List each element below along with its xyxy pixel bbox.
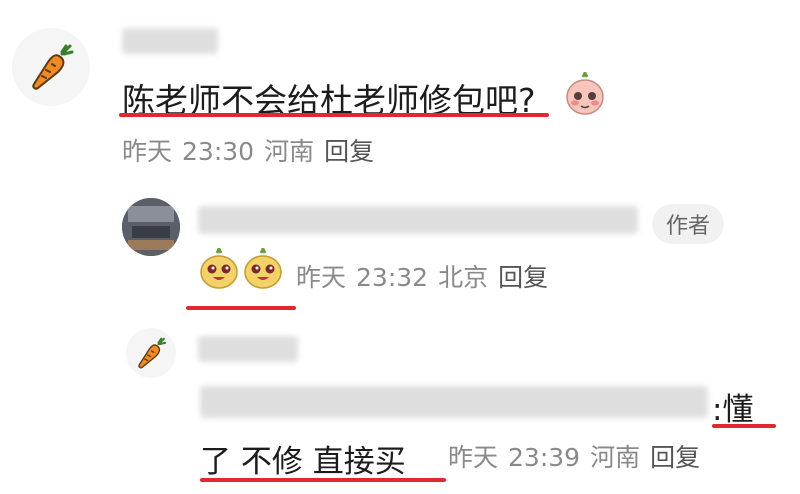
commenter-name-blurred[interactable]	[122, 28, 218, 54]
commenter-avatar[interactable]	[12, 28, 90, 106]
comment-reply-button[interactable]: 回复	[324, 137, 374, 166]
reply1-time: 23:32	[356, 263, 429, 292]
reply1-reply-button[interactable]: 回复	[498, 263, 548, 292]
carrot-icon	[32, 44, 74, 90]
comment-location: 河南	[264, 137, 315, 166]
reply2-underline-2	[200, 478, 446, 482]
replier-name-blurred[interactable]	[198, 336, 298, 362]
reply2-text-fragment-1: :懂	[712, 392, 754, 428]
laughing-face-emoji-icon	[198, 248, 240, 290]
reply2-time: 23:39	[508, 443, 581, 472]
reply2-meta: 昨天 23:39 河南 回复	[448, 438, 710, 474]
reply2-text-part-1: 懂	[722, 392, 754, 428]
reply2-date: 昨天	[448, 443, 499, 472]
reply2-quote-blurred	[200, 386, 708, 418]
reply2-location: 河南	[590, 443, 641, 472]
author-reply-target-blurred	[198, 206, 638, 234]
emoji-underline	[186, 306, 296, 310]
room-photo-icon	[122, 198, 180, 256]
carrot-icon	[138, 337, 167, 369]
comment-date: 昨天	[122, 137, 173, 166]
reply1-location: 北京	[438, 263, 489, 292]
reply2-reply-button[interactable]: 回复	[650, 443, 700, 472]
comment-meta: 昨天 23:30 河南 回复	[122, 132, 384, 168]
replier-avatar[interactable]	[126, 328, 176, 378]
author-avatar[interactable]	[122, 198, 180, 256]
reply2-text-fragment-2: 了 不修 直接买	[200, 444, 406, 480]
comment-time: 23:30	[182, 137, 255, 166]
reply1-meta: 昨天 23:32 北京 回复	[296, 258, 558, 294]
laughing-face-emoji-icon	[242, 248, 284, 290]
shy-face-emoji-icon	[562, 72, 608, 118]
reply2-underline-1	[712, 424, 776, 428]
author-badge: 作者	[652, 204, 725, 244]
reply1-date: 昨天	[296, 263, 347, 292]
comment-underline	[119, 113, 549, 117]
